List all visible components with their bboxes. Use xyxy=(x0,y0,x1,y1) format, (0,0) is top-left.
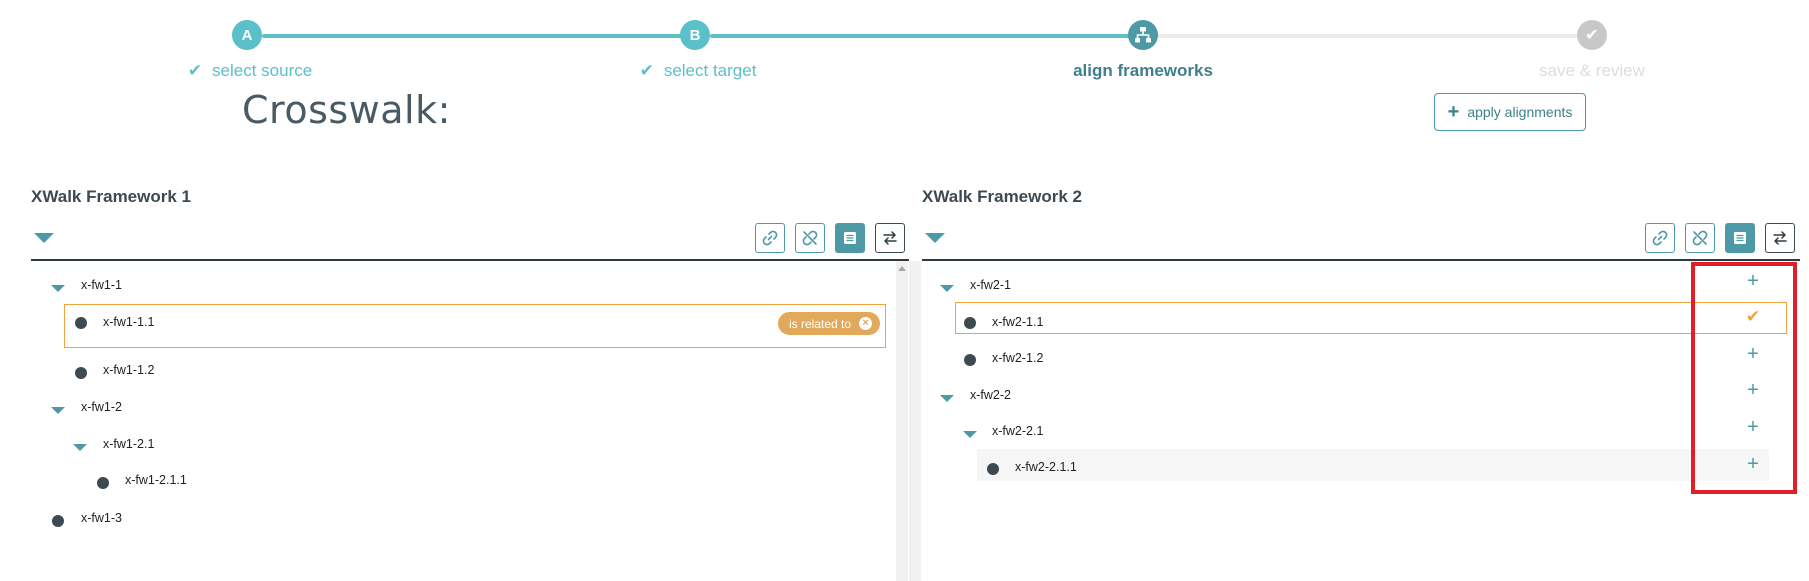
caret-down-icon[interactable] xyxy=(940,284,954,292)
progress-line-done xyxy=(710,34,1134,38)
tree-node-label: x-fw1-1.2 xyxy=(103,363,155,377)
apply-alignments-button[interactable]: + apply alignments xyxy=(1434,93,1586,131)
tree-node-label: x-fw1-2.1 xyxy=(103,437,155,451)
swap-button[interactable] xyxy=(875,223,905,253)
list-icon xyxy=(844,232,856,244)
tree-node[interactable] xyxy=(51,270,65,300)
swap-icon xyxy=(883,231,897,245)
link-button[interactable] xyxy=(1645,223,1675,253)
tree-node-label: x-fw2-1 xyxy=(970,278,1011,292)
step-align-frameworks[interactable]: align frameworks xyxy=(1073,61,1213,81)
tree-node[interactable] xyxy=(964,305,976,335)
step-a-circle[interactable]: A xyxy=(232,20,262,50)
hovered-row xyxy=(977,449,1769,481)
bullet-icon xyxy=(964,354,976,366)
swap-button[interactable] xyxy=(1765,223,1795,253)
caret-down-icon[interactable] xyxy=(963,430,977,438)
progress-line-done xyxy=(262,34,692,38)
tree-node-label: x-fw1-2.1.1 xyxy=(125,473,187,487)
caret-down-icon[interactable] xyxy=(73,443,87,451)
remove-relation-icon[interactable]: × xyxy=(859,317,873,330)
apply-alignments-label: apply alignments xyxy=(1467,104,1573,120)
tree-node-label: x-fw1-3 xyxy=(81,511,122,525)
right-panel-divider xyxy=(922,259,1800,261)
list-view-button[interactable] xyxy=(835,223,865,253)
tree-node[interactable] xyxy=(963,416,977,446)
caret-down-icon[interactable] xyxy=(940,394,954,402)
unlink-button[interactable] xyxy=(795,223,825,253)
right-scrollbar[interactable] xyxy=(909,261,921,581)
link-icon xyxy=(762,230,778,246)
caret-down-icon[interactable] xyxy=(51,284,65,292)
left-panel-title: XWalk Framework 1 xyxy=(31,187,191,206)
left-panel-divider xyxy=(31,259,909,261)
check-icon: ✔ xyxy=(1585,27,1599,44)
tree-node[interactable] xyxy=(964,342,976,372)
page-title: Crosswalk: xyxy=(242,88,451,132)
highlight-box xyxy=(1691,262,1797,494)
left-scrollbar[interactable] xyxy=(896,261,908,581)
step-label: save & review xyxy=(1539,61,1645,80)
selected-node-box[interactable] xyxy=(64,304,886,348)
caret-down-icon[interactable] xyxy=(51,406,65,414)
tree-node-label: x-fw1-1 xyxy=(81,278,122,292)
bullet-icon xyxy=(964,317,976,329)
plus-icon: + xyxy=(1447,101,1460,123)
tree-node-label: x-fw2-1.2 xyxy=(992,351,1044,365)
progress-line-todo xyxy=(1152,34,1582,38)
step-save-circle[interactable]: ✔ xyxy=(1577,20,1607,50)
step-label: align frameworks xyxy=(1073,61,1213,80)
tree-node[interactable] xyxy=(51,392,65,422)
selected-node-box[interactable] xyxy=(955,302,1787,334)
bullet-icon xyxy=(97,477,109,489)
bullet-icon xyxy=(75,367,87,379)
swap-icon xyxy=(1773,231,1787,245)
right-collapse-toggle-icon[interactable] xyxy=(925,233,945,243)
tree-node[interactable] xyxy=(987,451,999,481)
step-select-source[interactable]: ✔ select source xyxy=(188,61,312,81)
tree-node[interactable] xyxy=(73,429,87,459)
bullet-icon xyxy=(52,515,64,527)
link-button[interactable] xyxy=(755,223,785,253)
right-toolbar xyxy=(1645,223,1795,253)
relation-badge-label: is related to xyxy=(789,316,852,331)
check-icon: ✔ xyxy=(187,61,203,80)
left-collapse-toggle-icon[interactable] xyxy=(34,233,54,243)
tree-node-label: x-fw1-2 xyxy=(81,400,122,414)
tree-node[interactable] xyxy=(940,270,954,300)
step-align-circle[interactable] xyxy=(1128,20,1158,50)
tree-node[interactable] xyxy=(940,380,954,410)
tree-node-label: x-fw2-2 xyxy=(970,388,1011,402)
bullet-icon xyxy=(75,317,87,329)
step-save-review[interactable]: save & review xyxy=(1539,61,1645,81)
right-panel-title: XWalk Framework 2 xyxy=(922,187,1082,206)
tree-node[interactable] xyxy=(52,503,64,533)
tree-node[interactable] xyxy=(75,305,87,335)
bullet-icon xyxy=(987,463,999,475)
step-label: select target xyxy=(663,61,757,80)
scroll-up-icon[interactable] xyxy=(898,266,906,271)
step-select-target[interactable]: select target ✔ select target xyxy=(640,61,757,81)
relation-badge: is related to × xyxy=(778,312,881,335)
tree-node-label: x-fw2-1.1 xyxy=(992,315,1044,329)
step-b-circle[interactable]: B xyxy=(680,20,710,50)
hierarchy-icon xyxy=(1135,27,1151,43)
step-label: select source xyxy=(212,61,313,80)
tree-node[interactable] xyxy=(75,355,87,385)
tree-node[interactable] xyxy=(97,465,109,495)
tree-node-label: x-fw2-2.1.1 xyxy=(1015,460,1077,474)
unlink-button[interactable] xyxy=(1685,223,1715,253)
tree-node-label: x-fw2-2.1 xyxy=(992,424,1044,438)
link-icon xyxy=(1652,230,1668,246)
list-icon xyxy=(1734,232,1746,244)
list-view-button[interactable] xyxy=(1725,223,1755,253)
tree-node-label: x-fw1-1.1 xyxy=(103,315,155,329)
check-icon: ✔ xyxy=(639,61,654,80)
unlink-icon xyxy=(1692,230,1708,246)
left-toolbar xyxy=(755,223,905,253)
unlink-icon xyxy=(802,230,818,246)
